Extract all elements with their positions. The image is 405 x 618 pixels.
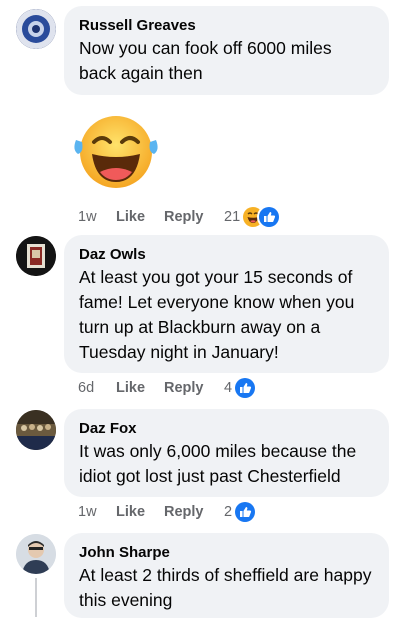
reply-button[interactable]: Reply [164, 504, 224, 520]
reply-button[interactable]: Reply [164, 209, 224, 225]
comment-actions: 1w Like Reply 2 [78, 502, 256, 522]
comment-timestamp[interactable]: 1w [78, 504, 116, 520]
haha-emoji-sticker [70, 112, 162, 192]
comment-bubble: John Sharpe At least 2 thirds of sheffie… [64, 533, 389, 618]
reaction-count[interactable]: 2 [224, 504, 232, 520]
like-button[interactable]: Like [116, 209, 164, 225]
like-button[interactable]: Like [116, 504, 164, 520]
reply-thread-line [35, 578, 37, 617]
reaction-count[interactable]: 4 [224, 380, 232, 396]
avatar[interactable] [16, 9, 56, 49]
avatar-image [16, 236, 56, 276]
avatar[interactable] [16, 534, 56, 574]
like-icon[interactable] [235, 502, 256, 522]
comment-bubble: Russell Greaves Now you can fook off 600… [64, 6, 389, 95]
comment-author[interactable]: Daz Fox [79, 419, 373, 438]
comment-actions: 6d Like Reply 4 [78, 378, 256, 398]
avatar-image [16, 410, 56, 450]
comment-text: Now you can fook off 6000 miles back aga… [79, 38, 332, 83]
comment-bubble: Daz Fox It was only 6,000 miles because … [64, 409, 389, 497]
like-button[interactable]: Like [116, 380, 164, 396]
comment-author[interactable]: John Sharpe [79, 543, 373, 562]
comment-text: At least you got your 15 seconds of fame… [79, 267, 355, 362]
reaction-count[interactable]: 21 [224, 209, 240, 225]
avatar[interactable] [16, 410, 56, 450]
comment-author[interactable]: Daz Owls [79, 245, 373, 264]
comment-bubble: Daz Owls At least you got your 15 second… [64, 235, 389, 373]
comment-author[interactable]: Russell Greaves [79, 16, 373, 35]
comment-timestamp[interactable]: 1w [78, 209, 116, 225]
like-icon[interactable] [259, 207, 280, 227]
avatar[interactable] [16, 236, 56, 276]
avatar-image [16, 9, 56, 49]
comment-timestamp[interactable]: 6d [78, 380, 116, 396]
comment-text: It was only 6,000 miles because the idio… [79, 441, 357, 486]
avatar-image [16, 534, 56, 574]
like-icon[interactable] [235, 378, 256, 398]
reply-button[interactable]: Reply [164, 380, 224, 396]
comment-text: At least 2 thirds of sheffield are happy… [79, 565, 372, 610]
comment-actions: 1w Like Reply 21 [78, 207, 280, 227]
